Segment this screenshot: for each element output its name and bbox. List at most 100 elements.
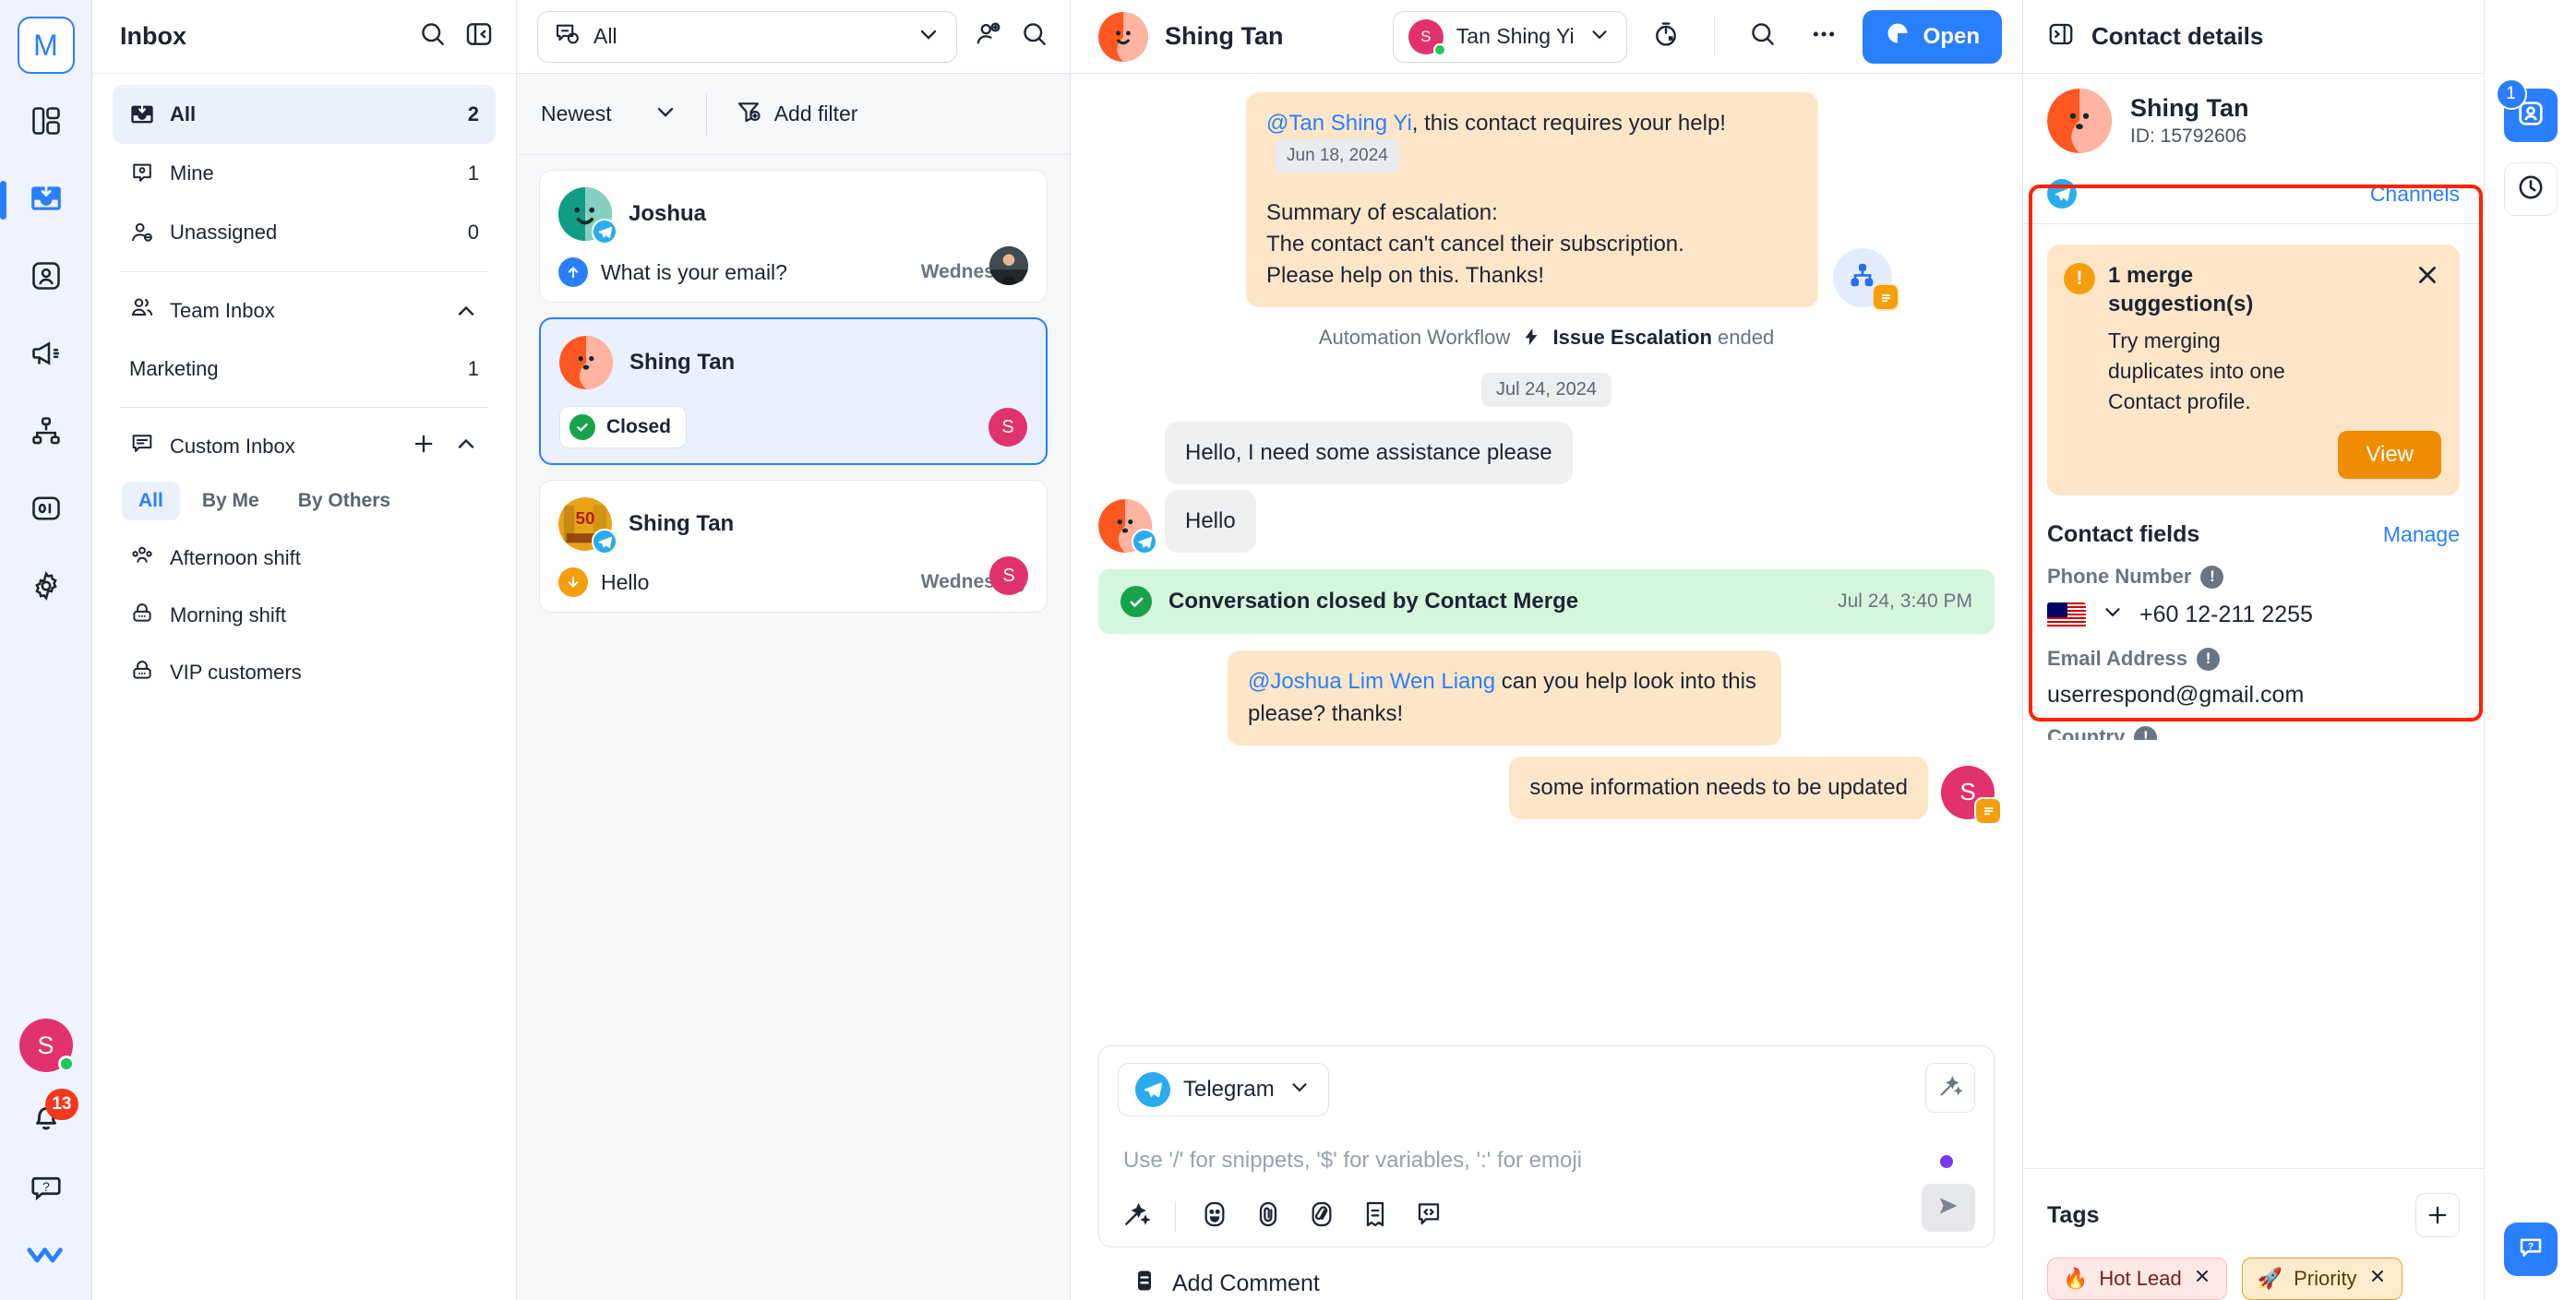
field-email-address: Email Address ! userrespond@gmail.com xyxy=(2023,630,2484,709)
avatar xyxy=(2047,89,2112,153)
send-button[interactable] xyxy=(1922,1184,1975,1232)
sidebar-item-marketing[interactable]: Marketing 1 xyxy=(113,340,496,398)
sidebar-group-custom-inbox[interactable]: Custom Inbox xyxy=(113,417,496,476)
phone-value[interactable]: +60 12-211 2255 xyxy=(2139,602,2313,628)
info-icon[interactable]: ! xyxy=(2197,647,2221,671)
note-summary-line-1: Summary of escalation: xyxy=(1266,200,1498,226)
snippet-icon[interactable] xyxy=(1307,1199,1336,1234)
chevron-up-icon[interactable] xyxy=(453,431,479,462)
lightning-icon xyxy=(1521,327,1541,352)
message-row: @Tan Shing Yi, this contact requires you… xyxy=(1098,92,1995,312)
email-value[interactable]: userrespond@gmail.com xyxy=(2047,682,2460,709)
ellipsis-icon xyxy=(1809,19,1839,54)
list-item[interactable]: Joshua What is your email? Wednesday xyxy=(539,170,1048,303)
rail-item-reports[interactable] xyxy=(18,482,75,539)
note-summary-line-2: The contact can't cancel their subscript… xyxy=(1266,232,1684,257)
assignee-avatar[interactable]: S xyxy=(989,556,1028,595)
more-options-button[interactable] xyxy=(1802,19,1846,54)
tag-emoji: 🚀 xyxy=(2257,1267,2283,1290)
segment-all[interactable]: All xyxy=(122,482,180,520)
plus-icon[interactable] xyxy=(411,431,437,462)
tag-priority[interactable]: 🚀 Priority xyxy=(2241,1258,2402,1300)
workspace-logo[interactable]: M xyxy=(17,17,75,74)
sidebar-item-vip-customers[interactable]: VIP customers xyxy=(113,644,496,701)
open-status-button[interactable]: Open xyxy=(1862,9,2002,64)
info-icon[interactable]: ! xyxy=(2200,565,2224,589)
chevron-up-icon[interactable] xyxy=(453,298,479,324)
emoji-icon[interactable] xyxy=(1200,1199,1229,1234)
rail-item-workflows[interactable] xyxy=(18,404,75,461)
field-label: Country xyxy=(2047,725,2126,741)
message-thread[interactable]: @Tan Shing Yi, this contact requires you… xyxy=(1071,74,2022,1038)
message-input[interactable]: Use '/' for snippets, '$' for variables,… xyxy=(1118,1116,1975,1194)
sidebar-search-button[interactable] xyxy=(418,19,448,54)
chat-help-icon: ? xyxy=(2517,1234,2545,1266)
add-comment-label: Add Comment xyxy=(1172,1270,1320,1296)
conversation-contact[interactable]: Shing Tan xyxy=(1098,11,1376,62)
sidebar-item-all[interactable]: All 2 xyxy=(113,85,496,144)
segment-by-me[interactable]: By Me xyxy=(186,482,276,520)
view-merge-button[interactable]: View xyxy=(2338,431,2441,480)
chevron-down-icon xyxy=(1288,1075,1312,1105)
add-comment-button[interactable]: Add Comment xyxy=(1098,1247,1995,1300)
close-icon[interactable] xyxy=(2414,261,2441,318)
chat-help-button[interactable]: ? xyxy=(2504,1222,2558,1276)
assignee-avatar[interactable] xyxy=(989,246,1028,285)
contact-details-toggle[interactable]: 1 xyxy=(2495,78,2558,142)
avatar[interactable]: S xyxy=(18,1019,75,1072)
rail-item-dashboard[interactable] xyxy=(18,94,75,151)
info-icon[interactable]: ! xyxy=(2134,725,2158,741)
manage-fields-link[interactable]: Manage xyxy=(2383,522,2460,547)
list-item[interactable]: 50 Shing Tan Hello Wednesday S xyxy=(539,480,1048,613)
collapse-sidebar-button[interactable] xyxy=(464,19,494,54)
sidebar-group-team-inbox[interactable]: Team Inbox xyxy=(113,281,496,340)
chevron-down-icon xyxy=(1588,22,1611,52)
conversation-search-button[interactable] xyxy=(1020,19,1049,54)
add-tag-button[interactable] xyxy=(2415,1193,2460,1237)
assignee-select[interactable]: S Tan Shing Yi xyxy=(1392,10,1627,63)
add-contact-button[interactable] xyxy=(974,19,1003,54)
segment-by-others[interactable]: By Others xyxy=(282,482,407,520)
activity-history-button[interactable] xyxy=(2503,162,2558,216)
snooze-button[interactable] xyxy=(1644,19,1688,54)
channel-select[interactable]: Telegram xyxy=(1118,1063,1329,1116)
note-icon[interactable] xyxy=(1360,1199,1390,1234)
close-icon[interactable] xyxy=(2368,1267,2387,1291)
notifications-button[interactable]: 13 xyxy=(29,1089,78,1139)
search-icon xyxy=(418,19,448,54)
check-circle-icon xyxy=(569,414,595,440)
tag-hot-lead[interactable]: 🔥 Hot Lead xyxy=(2047,1258,2227,1300)
ai-assist-button[interactable] xyxy=(1925,1063,1975,1113)
mention[interactable]: @Tan Shing Yi xyxy=(1266,111,1412,136)
rail-item-inbox[interactable] xyxy=(0,172,75,229)
sidebar-item-unassigned[interactable]: Unassigned 0 xyxy=(113,203,496,262)
closed-text-prefix: Conversation closed by xyxy=(1168,589,1419,614)
sidebar-item-mine[interactable]: Mine 1 xyxy=(113,144,496,203)
ai-wand-icon[interactable] xyxy=(1121,1199,1151,1234)
help-button[interactable]: ? xyxy=(30,1171,63,1209)
merge-card-body: Try merging duplicates into one Contact … xyxy=(2108,328,2285,413)
inbox-filter-select[interactable]: All xyxy=(537,10,957,63)
list-item[interactable]: Shing Tan Closed S xyxy=(539,317,1048,465)
channel-label: Telegram xyxy=(1183,1077,1275,1102)
message-search-button[interactable] xyxy=(1741,19,1785,54)
chevron-down-icon[interactable] xyxy=(2101,600,2125,630)
rail-item-settings[interactable] xyxy=(18,559,75,616)
telegram-icon[interactable] xyxy=(2047,179,2077,209)
attachment-icon[interactable] xyxy=(1253,1199,1283,1234)
note-bubble: @Tan Shing Yi, this contact requires you… xyxy=(1246,92,1818,308)
rail-item-broadcasts[interactable] xyxy=(18,327,75,384)
close-icon[interactable] xyxy=(2193,1267,2211,1291)
mention[interactable]: @Joshua Lim Wen Liang xyxy=(1248,669,1495,694)
add-filter-button[interactable]: Add filter xyxy=(735,98,857,131)
sidebar-body: All 2 Mine 1 Unassigned 0 Team Inbox Mar… xyxy=(92,74,516,701)
assignee-avatar[interactable]: S xyxy=(988,408,1027,447)
channels-link[interactable]: Channels xyxy=(2370,182,2460,207)
variable-icon[interactable] xyxy=(1414,1199,1444,1234)
sort-select[interactable]: Newest xyxy=(541,99,678,130)
telegram-icon xyxy=(592,529,617,555)
sidebar-item-afternoon-shift[interactable]: Afternoon shift xyxy=(113,530,496,587)
sidebar-item-morning-shift[interactable]: Morning shift xyxy=(113,587,496,644)
rail-item-contacts[interactable] xyxy=(18,249,75,306)
expand-panel-icon[interactable] xyxy=(2047,20,2075,53)
